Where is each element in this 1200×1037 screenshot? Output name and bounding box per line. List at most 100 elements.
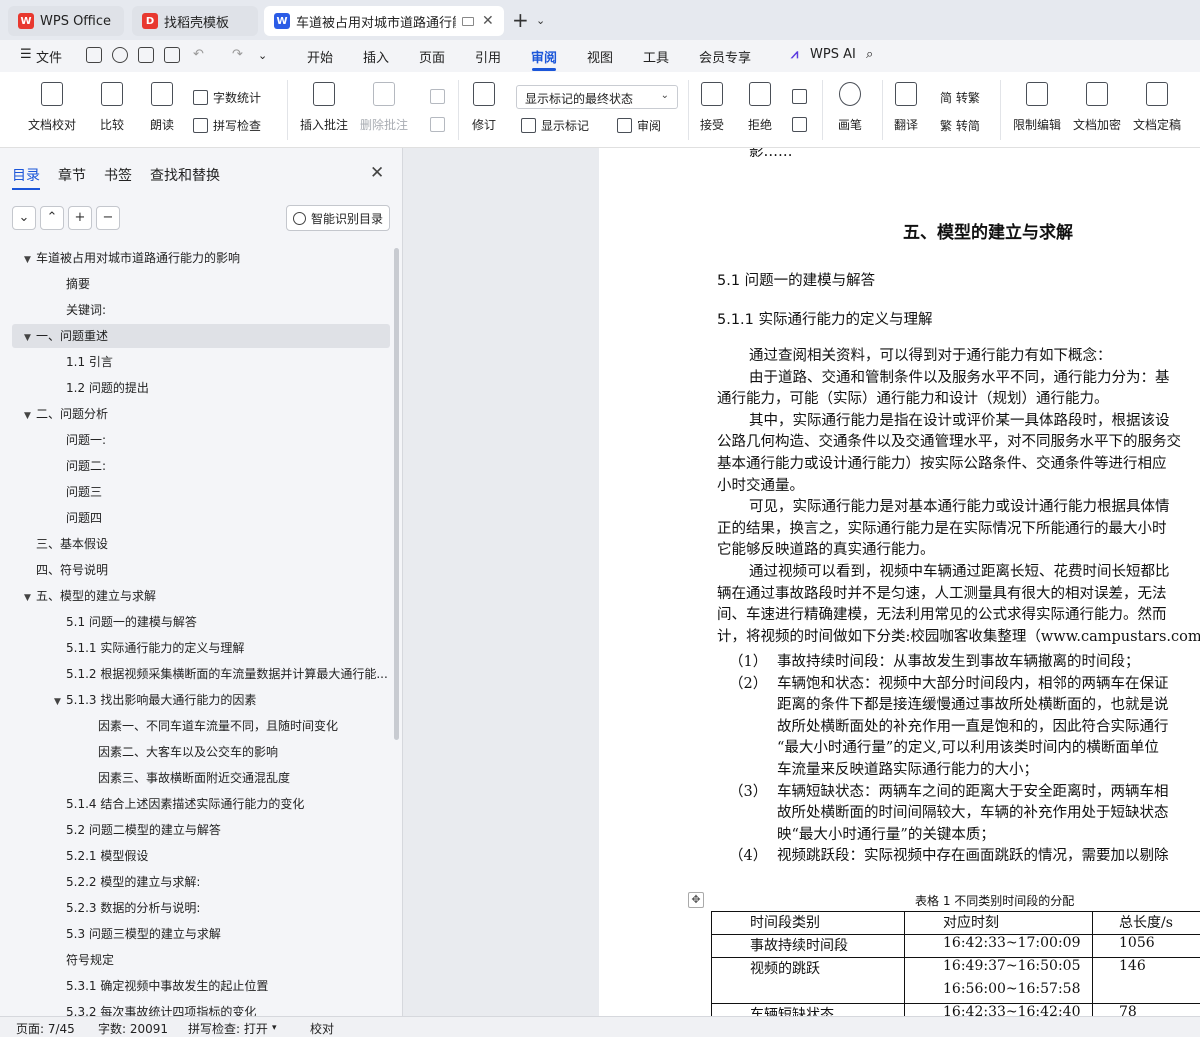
track-changes-button[interactable]: 修订 (472, 82, 496, 133)
menu-member[interactable]: 会员专享 (699, 47, 751, 66)
toc-item[interactable]: 5.1.1 实际通行能力的定义与理解 (12, 636, 390, 660)
prev-change-icon[interactable] (792, 89, 812, 104)
toc-item[interactable]: 关键词: (12, 298, 390, 322)
toc-item[interactable]: 摘要 (12, 272, 390, 296)
to-traditional-button[interactable]: 简 转繁 (940, 89, 980, 106)
expand-arrow-icon[interactable]: ▼ (24, 248, 36, 270)
new-tab-icon[interactable]: + (512, 10, 529, 30)
finalize-button[interactable]: 文档定稿 (1133, 82, 1181, 133)
insert-comment-button[interactable]: 插入批注 (300, 82, 348, 133)
close-tab-icon[interactable]: ✕ (482, 13, 494, 29)
menu-tools[interactable]: 工具 (643, 47, 669, 66)
print-icon[interactable] (138, 47, 154, 63)
toc-item[interactable]: 5.1 问题一的建模与解答 (12, 610, 390, 634)
toc-item[interactable]: ▼ 5.1.3 找出影响最大通行能力的因素 (12, 688, 390, 712)
pen-button[interactable]: 画笔 (838, 82, 862, 133)
prev-comment-icon[interactable] (430, 89, 450, 104)
toc-item[interactable]: 四、符号说明 (12, 558, 390, 582)
monitor-icon[interactable] (462, 16, 474, 26)
page-indicator[interactable]: 页面: 7/45 (16, 1020, 75, 1037)
proofread-status[interactable]: 校对 (310, 1020, 334, 1037)
toc-item[interactable]: 符号规定 (12, 948, 390, 972)
menu-view[interactable]: 视图 (587, 47, 613, 66)
redo-icon[interactable]: ↷ (232, 47, 243, 62)
expand-arrow-icon[interactable]: ▼ (24, 326, 36, 348)
compare-button[interactable]: 比较 (100, 82, 124, 133)
menu-page[interactable]: 页面 (419, 47, 445, 66)
toc-item[interactable]: 三、基本假设 (12, 532, 390, 556)
review-pane-button[interactable]: 审阅 (617, 117, 661, 134)
chevron-down-icon[interactable]: ⌄ (536, 14, 545, 27)
toc-item[interactable]: 问题二: (12, 454, 390, 478)
document-page[interactable]: 影…… 五、模型的建立与求解 5.1 问题一的建模与解答 5.1.1 实际通行能… (599, 148, 1200, 1016)
tab-wps-office[interactable]: W WPS Office (8, 6, 124, 36)
toc-item[interactable]: 5.2.2 模型的建立与求解: (12, 870, 390, 894)
tab-find-replace[interactable]: 查找和替换 (150, 165, 220, 185)
spell-check-button[interactable]: 拼写检查 (193, 117, 261, 134)
read-aloud-button[interactable]: 朗读 (150, 82, 174, 133)
to-simplified-button[interactable]: 繁 转简 (940, 117, 980, 134)
delete-comment-button[interactable]: 删除批注 (360, 82, 408, 133)
next-change-icon[interactable] (792, 117, 812, 132)
restrict-edit-button[interactable]: 限制编辑 (1013, 82, 1061, 133)
tab-chapters[interactable]: 章节 (58, 165, 86, 185)
spell-check-status[interactable]: 拼写检查: 打开 (188, 1020, 268, 1037)
close-pane-icon[interactable]: ✕ (370, 163, 384, 183)
share-icon[interactable] (112, 47, 128, 63)
encrypt-button[interactable]: 文档加密 (1073, 82, 1121, 133)
print-preview-icon[interactable] (164, 47, 180, 63)
toc-item[interactable]: ▼ 五、模型的建立与求解 (12, 584, 390, 608)
toc-item[interactable]: ▼ 二、问题分析 (12, 402, 390, 426)
remove-heading-icon[interactable]: − (96, 206, 120, 230)
reject-button[interactable]: 拒绝 (748, 82, 772, 133)
menu-reference[interactable]: 引用 (475, 47, 501, 66)
accept-button[interactable]: 接受 (700, 82, 724, 133)
expand-arrow-icon[interactable]: ▼ (24, 404, 36, 426)
menu-file[interactable]: 文件 (36, 47, 62, 66)
chevron-down-icon[interactable]: ▾ (272, 1023, 277, 1033)
toc-item[interactable]: 问题三 (12, 480, 390, 504)
toc-item[interactable]: 1.1 引言 (12, 350, 390, 374)
tab-toc[interactable]: 目录 (12, 165, 40, 185)
toc-item[interactable]: 5.2.3 数据的分析与说明: (12, 896, 390, 920)
markup-state-select[interactable]: 显示标记的最终状态 ⌄ (516, 85, 678, 109)
undo-icon[interactable]: ↶ (193, 47, 204, 62)
toc-item[interactable]: 问题一: (12, 428, 390, 452)
next-comment-icon[interactable] (430, 117, 450, 132)
expand-arrow-icon[interactable]: ▼ (54, 690, 66, 712)
toc-item[interactable]: 5.3 问题三模型的建立与求解 (12, 922, 390, 946)
collapse-all-icon[interactable]: ⌄ (12, 206, 36, 230)
toc-item[interactable]: 5.1.2 根据视频采集横断面的车流量数据并计算最大通行能... (12, 662, 390, 686)
save-icon[interactable] (86, 47, 102, 63)
tab-document[interactable]: W 车道被占用对城市道路通行能力 ✕ (264, 6, 504, 36)
toc-item[interactable]: ▼ 一、问题重述 (12, 324, 390, 348)
word-count-status[interactable]: 字数: 20091 (98, 1020, 168, 1037)
menu-start[interactable]: 开始 (307, 47, 333, 66)
menu-wps-ai[interactable]: WPS AI (810, 47, 856, 62)
toc-item[interactable]: ▼ 车道被占用对城市道路通行能力的影响 (12, 246, 390, 270)
toc-item[interactable]: 1.2 问题的提出 (12, 376, 390, 400)
wps-ai-icon[interactable]: ⩘ (791, 47, 798, 62)
menu-review[interactable]: 审阅 (531, 47, 557, 66)
smart-toc-button[interactable]: 智能识别目录 (286, 205, 390, 231)
translate-button[interactable]: 翻译 (894, 82, 918, 133)
toc-item[interactable]: 5.3.1 确定视频中事故发生的起止位置 (12, 974, 390, 998)
toc-item[interactable]: 5.2.1 模型假设 (12, 844, 390, 868)
more-chevron-icon[interactable]: ⌄ (258, 49, 267, 62)
doc-check-button[interactable]: 文档校对 (28, 82, 76, 133)
menu-insert[interactable]: 插入 (363, 47, 389, 66)
toc-scrollbar[interactable] (394, 248, 399, 740)
toc-item[interactable]: 5.3.2 每次事故统计四项指标的变化 (12, 1000, 390, 1016)
table-move-icon[interactable]: ✥ (688, 892, 704, 908)
expand-up-icon[interactable]: ⌃ (40, 206, 64, 230)
toc-item[interactable]: 5.1.4 结合上述因素描述实际通行能力的变化 (12, 792, 390, 816)
toc-item[interactable]: 因素三、事故横断面附近交通混乱度 (12, 766, 390, 790)
search-icon[interactable]: ⌕ (866, 47, 873, 62)
toc-item[interactable]: 5.2 问题二模型的建立与解答 (12, 818, 390, 842)
toc-item[interactable]: 因素一、不同车道车流量不同，且随时间变化 (12, 714, 390, 738)
add-heading-icon[interactable]: + (68, 206, 92, 230)
hamburger-icon[interactable]: ☰ (20, 47, 32, 62)
tab-template[interactable]: D 找稻壳模板 (132, 6, 258, 36)
word-count-button[interactable]: 字数统计 (193, 89, 261, 106)
expand-arrow-icon[interactable]: ▼ (24, 586, 36, 608)
